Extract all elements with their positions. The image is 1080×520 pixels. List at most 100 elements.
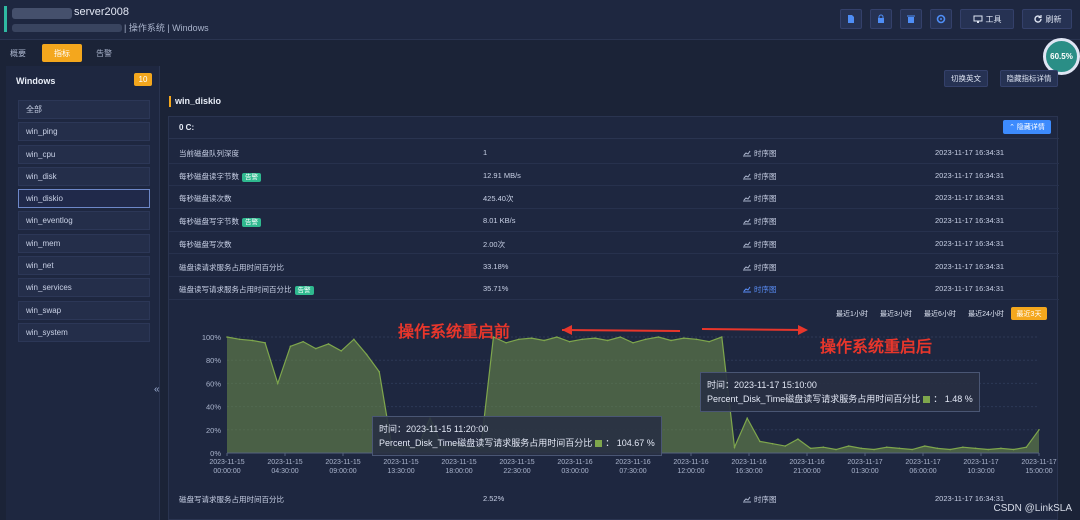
data-point [759,440,761,443]
data-point [885,446,888,448]
x-tick-label: 16:30:00 [735,468,762,475]
panel-title: 0 C: [179,123,195,132]
monitor-icon [973,15,982,23]
y-tick-label: 20% [206,426,221,435]
metric-row: 磁盘读请求服务占用时间百分比 33.18% 时序图 2023-11-17 16:… [169,255,1059,278]
x-tick-label: 2023-11-16 [673,459,708,466]
file-button[interactable] [840,9,862,29]
range-1h-button[interactable]: 最近1小时 [833,307,871,320]
metric-time: 2023-11-17 16:34:31 [935,193,1005,203]
refresh-button[interactable]: 刷新 [1022,9,1072,29]
metric-row: 磁盘读写请求服务占用时间百分比 告警 35.71% 时序图 2023-11-17 … [169,277,1059,300]
trend-link[interactable]: 时序图 [743,171,777,182]
hide-metric-details-button[interactable]: 隐藏指标详情 [1000,70,1058,87]
right-arrow-icon [798,325,808,335]
trash-icon [907,15,915,23]
y-tick-label: 60% [206,379,221,388]
metric-name: 每秒磁盘写次数 [179,239,232,249]
gear-icon [936,14,946,24]
sidebar-item-win-net[interactable]: win_net [18,256,150,276]
range-3d-button[interactable]: 最近3天 [1011,307,1047,320]
tab-metrics[interactable]: 指标 [42,44,82,62]
range-3h-button[interactable]: 最近3小时 [877,307,915,320]
sidebar-item-all[interactable]: 全部 [18,100,150,119]
sidebar-item-win-services[interactable]: win_services [18,278,150,298]
sidebar-item-win-mem[interactable]: win_mem [18,233,150,253]
data-point [226,336,228,338]
line-chart-icon [743,264,751,270]
hide-details-button[interactable]: ⌃ 隐藏详情 [1003,120,1051,134]
metric-value: 33.18% [483,261,509,271]
alert-badge: 告警 [242,218,261,228]
sidebar-item-win-cpu[interactable]: win_cpu [18,144,150,164]
metric-time: 2023-11-17 16:34:31 [935,148,1005,157]
data-point [1038,429,1040,431]
trend-link[interactable]: 时序图 [743,494,777,505]
section-marker [169,96,171,107]
metric-time: 2023-11-17 16:34:31 [935,238,1005,248]
data-point [1012,448,1015,451]
x-tick-label: 2023-11-16 [789,459,824,466]
sidebar-item-win-disk[interactable]: win_disk [18,166,150,186]
x-tick-label: 10:30:00 [967,468,994,475]
metric-row: 每秒磁盘写字节数 告警 8.01 KB/s 时序图 2023-11-17 16:3… [169,209,1059,232]
settings-button[interactable] [930,9,952,29]
left-arrow-icon [562,325,572,335]
data-point [962,446,964,448]
data-point [974,447,977,450]
data-point [733,446,736,448]
trend-link[interactable]: 时序图 [743,284,777,295]
data-point [936,447,939,450]
trend-link[interactable]: 时序图 [743,193,777,204]
data-point [289,345,292,348]
trend-link[interactable]: 时序图 [743,148,777,159]
data-point [1000,447,1002,450]
data-point [378,371,381,373]
tooltip-series: Percent_Disk_Time磁盘读写请求服务占用时间百分比： 104.67… [379,438,655,448]
range-24h-button[interactable]: 最近24小时 [965,307,1007,320]
annotation-after-reboot: 操作系统重启后 [820,339,933,356]
metric-row: 每秒磁盘读字节数 告警 12.91 MB/s 时序图 2023-11-17 16:… [169,164,1059,187]
redacted-host-subtitle [12,24,122,32]
range-6h-button[interactable]: 最近6小时 [921,307,959,320]
disk-panel: 0 C: ⌃ 隐藏详情 当前磁盘队列深度 1 时序图 2023-11-17 16… [168,116,1059,520]
x-tick-label: 2023-11-16 [731,459,766,466]
trend-link[interactable]: 时序图 [743,262,777,273]
metric-row: 每秒磁盘读次数 425.40次 时序图 2023-11-17 16:34:31 [169,186,1059,210]
trend-link[interactable]: 时序图 [743,239,777,250]
x-tick-label: 2023-11-15 [383,459,418,466]
tab-overview[interactable]: 概要 [0,44,36,62]
sidebar-item-win-swap[interactable]: win_swap [18,300,150,320]
metric-time: 2023-11-17 16:34:31 [935,216,1005,226]
sidebar-item-win-system[interactable]: win_system [18,322,150,342]
metric-name: 磁盘读请求服务占用时间百分比 [179,262,284,272]
metric-name: 每秒磁盘读次数 [179,194,232,204]
switch-english-button[interactable]: 切换英文 [944,70,988,87]
data-point [340,350,342,352]
tab-alerts[interactable]: 告警 [86,44,122,62]
x-tick-label: 2023-11-15 [209,459,244,466]
metric-name: 每秒磁盘写字节数 告警 [179,216,261,228]
alert-badge: 告警 [242,172,261,182]
top-bar: server2008 | 操作系统 | Windows 工具 刷新 [0,0,1080,40]
lock-button[interactable] [870,9,892,29]
delete-button[interactable] [900,9,922,29]
data-point [924,445,926,447]
tools-label: 工具 [985,14,1002,24]
data-point [568,340,571,343]
x-tick-label: 21:00:00 [793,468,820,475]
collapse-sidebar-icon[interactable]: « [154,384,160,395]
redacted-host-prefix [12,8,72,19]
data-point [987,448,990,451]
sidebar-item-win-diskio[interactable]: win_diskio [18,189,150,209]
data-point [505,342,507,344]
trend-link[interactable]: 时序图 [743,216,777,227]
tools-button[interactable]: 工具 [960,9,1014,29]
x-tick-label: 06:00:00 [909,468,936,475]
data-point [365,353,368,356]
sidebar-item-win-eventlog[interactable]: win_eventlog [18,211,150,231]
data-point [873,448,875,451]
sidebar-item-win-ping[interactable]: win_ping [18,122,150,142]
chart-tooltip-after: 时间：2023-11-17 15:10:00 Percent_Disk_Time… [700,372,980,412]
data-point [1025,446,1028,448]
